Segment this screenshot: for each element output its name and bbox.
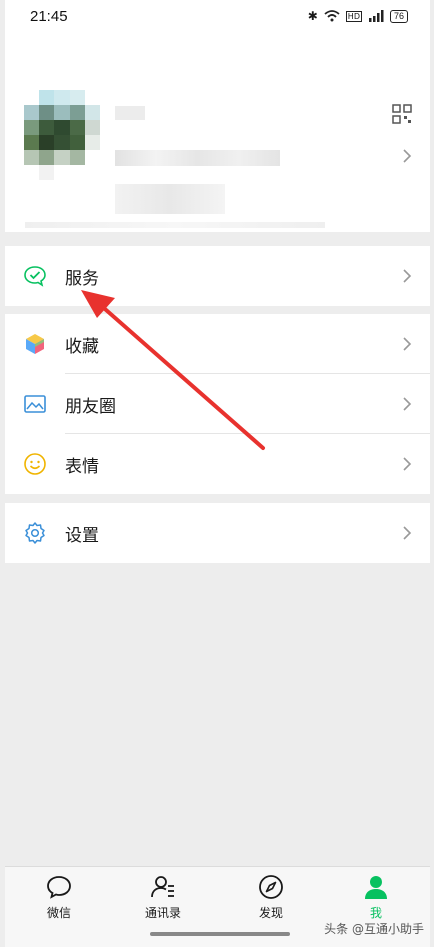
tab-chats[interactable]: 微信 xyxy=(19,873,99,921)
profile-name-blurred xyxy=(115,106,145,120)
status-bar: 21:45 ✱ HD 76 xyxy=(5,0,430,34)
home-indicator[interactable] xyxy=(150,932,290,936)
services-icon xyxy=(24,266,46,287)
chevron-right-icon xyxy=(403,337,412,351)
tab-contacts[interactable]: 通讯录 xyxy=(123,873,203,921)
tab-discover[interactable]: 发现 xyxy=(231,873,311,921)
services-section: 服务 xyxy=(5,246,430,306)
profile-header[interactable] xyxy=(5,34,430,232)
compass-icon xyxy=(259,875,283,899)
profile-extra-blurred xyxy=(25,222,325,228)
content-section: 收藏 朋友圈 表情 xyxy=(5,314,430,494)
tab-label: 我 xyxy=(369,906,382,920)
tab-label: 微信 xyxy=(46,906,71,920)
menu-item-stickers[interactable]: 表情 xyxy=(5,434,430,494)
smiley-icon xyxy=(24,453,46,475)
hd-icon: HD xyxy=(345,10,362,22)
gear-icon xyxy=(25,522,45,544)
favorites-cube-icon xyxy=(26,334,44,354)
avatar[interactable] xyxy=(24,90,100,180)
tab-label: 发现 xyxy=(258,906,283,920)
menu-item-label: 表情 xyxy=(65,456,99,477)
tab-label: 通讯录 xyxy=(144,906,181,920)
chevron-right-icon xyxy=(403,149,412,163)
menu-item-services[interactable]: 服务 xyxy=(5,246,430,306)
chat-bubble-icon xyxy=(47,876,71,899)
moments-image-icon xyxy=(24,395,46,413)
status-icons: ✱ HD 76 xyxy=(308,9,408,23)
menu-item-label: 收藏 xyxy=(65,336,99,357)
tab-me[interactable]: 我 xyxy=(336,873,416,921)
qr-code-icon[interactable] xyxy=(392,104,412,124)
menu-item-favorites[interactable]: 收藏 xyxy=(5,314,430,374)
profile-id-blurred xyxy=(115,150,280,166)
menu-item-moments[interactable]: 朋友圈 xyxy=(5,374,430,434)
battery-icon: 76 xyxy=(389,9,408,23)
person-icon xyxy=(365,876,387,899)
settings-section: 设置 xyxy=(5,503,430,563)
bluetooth-icon: ✱ xyxy=(307,9,318,23)
profile-status-blurred xyxy=(115,184,225,214)
status-time: 21:45 xyxy=(30,8,68,25)
contacts-icon xyxy=(151,876,174,898)
chevron-right-icon xyxy=(403,457,412,471)
watermark: 头条 @互通小助手 xyxy=(324,922,424,936)
menu-item-label: 朋友圈 xyxy=(65,396,116,417)
chevron-right-icon xyxy=(403,397,412,411)
wechat-me-screen: 21:45 ✱ HD 76 服务 收藏 朋友圈 表情 设置 微信 通讯录 发现 … xyxy=(5,0,430,947)
wifi-icon xyxy=(324,10,340,22)
chevron-right-icon xyxy=(403,526,412,540)
menu-item-label: 服务 xyxy=(65,268,99,289)
signal-icon xyxy=(368,10,384,22)
menu-item-label: 设置 xyxy=(65,525,99,546)
menu-item-settings[interactable]: 设置 xyxy=(5,503,430,563)
chevron-right-icon xyxy=(403,269,412,283)
